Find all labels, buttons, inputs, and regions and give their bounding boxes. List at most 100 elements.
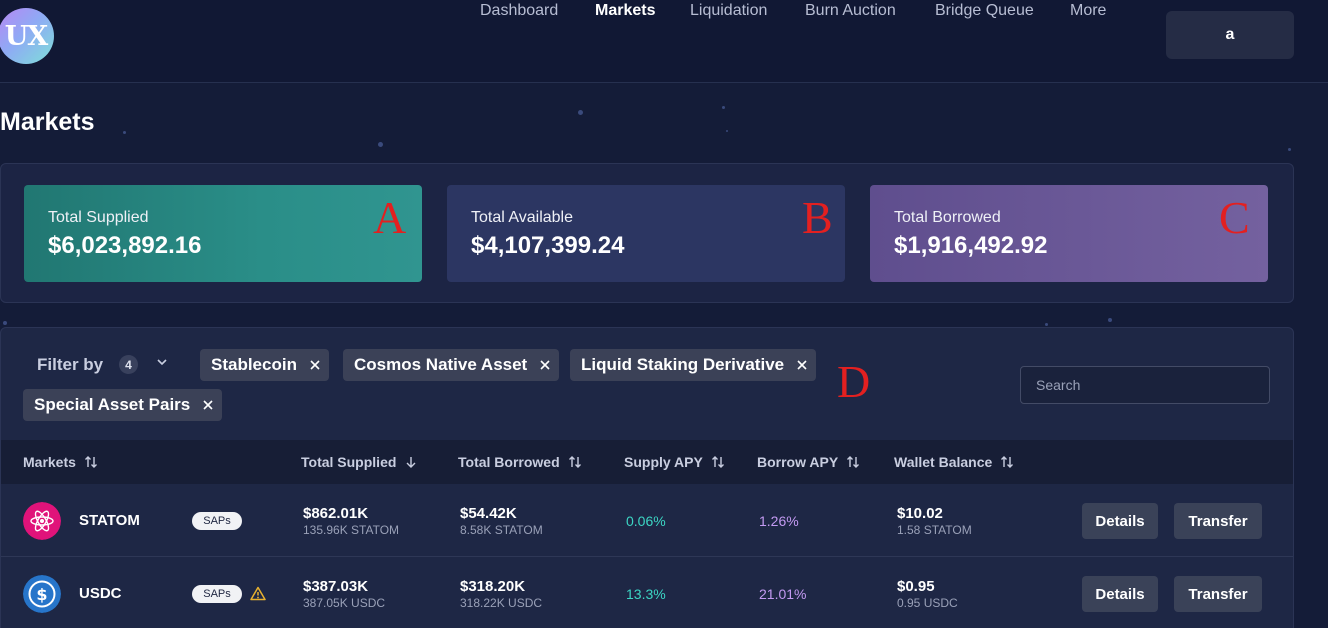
details-button[interactable]: Details [1082,576,1158,612]
total-supplied-value: $862.01K [303,505,369,522]
total-available-card: Total Available $4,107,399.24 B [447,185,845,282]
total-supplied-card: Total Supplied $6,023,892.16 A [24,185,422,282]
total-borrowed-label: Total Borrowed [894,209,1001,226]
background-star [578,110,583,115]
total-borrowed-value: $54.42K [460,505,517,522]
total-supplied-amount: 135.96K STATOM [303,523,400,537]
annotation-marker-c: C [1219,192,1250,243]
usdc-dollar-icon: $ [23,575,61,613]
page-title: Markets [0,108,95,136]
column-header-markets[interactable]: Markets [23,454,98,470]
sort-icon [568,456,581,468]
filter-chip-special-asset-pairs: Special Asset Pairs [23,389,223,421]
supply-apy-value: 13.3% [626,586,666,602]
background-star [726,130,728,132]
saps-badge: SAPs [192,512,242,530]
markets-panel: Filter by 4 Stablecoin Cosmos Native Ass… [0,327,1294,628]
column-header-label: Total Borrowed [458,454,560,470]
arrow-down-icon [406,457,416,468]
transfer-button[interactable]: Transfer [1174,503,1262,539]
background-star [378,142,383,147]
borrow-apy-value: 21.01% [759,586,807,602]
table-header: Markets Total Supplied Total Borrowed Su… [1,440,1293,484]
stats-panel: Total Supplied $6,023,892.16 A Total Ava… [0,163,1294,303]
column-header-total-supplied[interactable]: Total Supplied [301,454,418,470]
column-header-label: Total Supplied [301,454,397,470]
nav-bridge-queue[interactable]: Bridge Queue [935,0,1034,22]
close-icon[interactable] [202,399,214,411]
filter-chip-label: Cosmos Native Asset [354,355,528,374]
total-borrowed-card: Total Borrowed $1,916,492.92 C [870,185,1268,282]
nav-liquidation[interactable]: Liquidation [690,0,767,22]
chevron-down-icon[interactable] [154,354,170,370]
background-star [1288,148,1291,151]
background-star [722,106,725,109]
total-borrowed-amount: 318.22K USDC [460,596,543,610]
column-header-label: Borrow APY [757,454,839,470]
sort-icon [84,456,97,468]
filter-chip-label: Liquid Staking Derivative [581,355,785,374]
filter-chip-cosmos-native-asset: Cosmos Native Asset [343,349,560,381]
wallet-balance-value: $0.95 [897,578,935,595]
total-supplied-value: $6,023,892.16 [48,232,202,259]
column-header-label: Markets [23,454,76,470]
account-button[interactable]: a [1166,11,1294,59]
filter-chip-label: Stablecoin [211,355,297,374]
cosmos-atom-icon [23,502,61,540]
total-borrowed-amount: 8.58K STATOM [460,523,543,537]
column-header-supply-apy[interactable]: Supply APY [624,454,725,470]
close-icon[interactable] [309,359,321,371]
nav-dashboard[interactable]: Dashboard [480,0,558,22]
background-star [3,321,7,325]
annotation-marker-b: B [802,192,833,243]
asset-name: STATOM [79,512,140,529]
annotation-marker-a: A [373,192,407,243]
column-header-total-borrowed[interactable]: Total Borrowed [458,454,582,470]
background-star [1108,318,1112,322]
sort-icon [1001,456,1014,468]
column-header-label: Supply APY [624,454,703,470]
background-star [123,131,126,134]
svg-text:$: $ [36,585,47,604]
wallet-balance-value: $10.02 [897,505,943,522]
nav-more[interactable]: More [1070,0,1106,22]
close-icon[interactable] [539,359,551,371]
filter-chip-label: Special Asset Pairs [34,395,191,414]
wallet-balance-amount: 1.58 STATOM [897,523,972,537]
transfer-button[interactable]: Transfer [1174,576,1262,612]
saps-badge: SAPs [192,585,242,603]
total-borrowed-value: $1,916,492.92 [894,232,1048,259]
total-available-value: $4,107,399.24 [471,232,625,259]
total-supplied-value: $387.03K [303,578,369,595]
filter-count-badge: 4 [119,355,138,374]
table-row[interactable]: $ USDC SAPs $387.03K 387.05K USDC $318.2… [1,558,1293,628]
annotation-marker-d: D [837,356,871,407]
column-header-wallet-balance[interactable]: Wallet Balance [894,454,1014,470]
wallet-balance-amount: 0.95 USDC [897,596,958,610]
app-logo[interactable]: UX [0,8,54,64]
sort-icon [847,456,860,468]
logo-text: UX [4,20,48,52]
warning-icon[interactable] [250,586,266,601]
total-borrowed-value: $318.20K [460,578,526,595]
filter-chip-stablecoin: Stablecoin [200,349,329,381]
table-row[interactable]: STATOM SAPs $862.01K 135.96K STATOM $54.… [1,485,1293,557]
borrow-apy-value: 1.26% [759,513,799,529]
supply-apy-value: 0.06% [626,513,666,529]
total-supplied-amount: 387.05K USDC [303,596,386,610]
nav-markets[interactable]: Markets [595,0,655,22]
total-supplied-label: Total Supplied [48,209,149,226]
close-icon[interactable] [796,359,808,371]
column-header-borrow-apy[interactable]: Borrow APY [757,454,860,470]
filter-chip-liquid-staking-derivative: Liquid Staking Derivative [570,349,817,381]
details-button[interactable]: Details [1082,503,1158,539]
nav-burn-auction[interactable]: Burn Auction [805,0,896,22]
filter-by-label[interactable]: Filter by [37,355,103,375]
top-navigation-bar: UX Dashboard Markets Liquidation Burn Au… [0,0,1328,83]
search-input[interactable] [1020,366,1270,404]
sort-icon [711,456,724,468]
background-star [1045,323,1048,326]
total-available-label: Total Available [471,209,573,226]
asset-name: USDC [79,585,122,602]
column-header-label: Wallet Balance [894,454,993,470]
